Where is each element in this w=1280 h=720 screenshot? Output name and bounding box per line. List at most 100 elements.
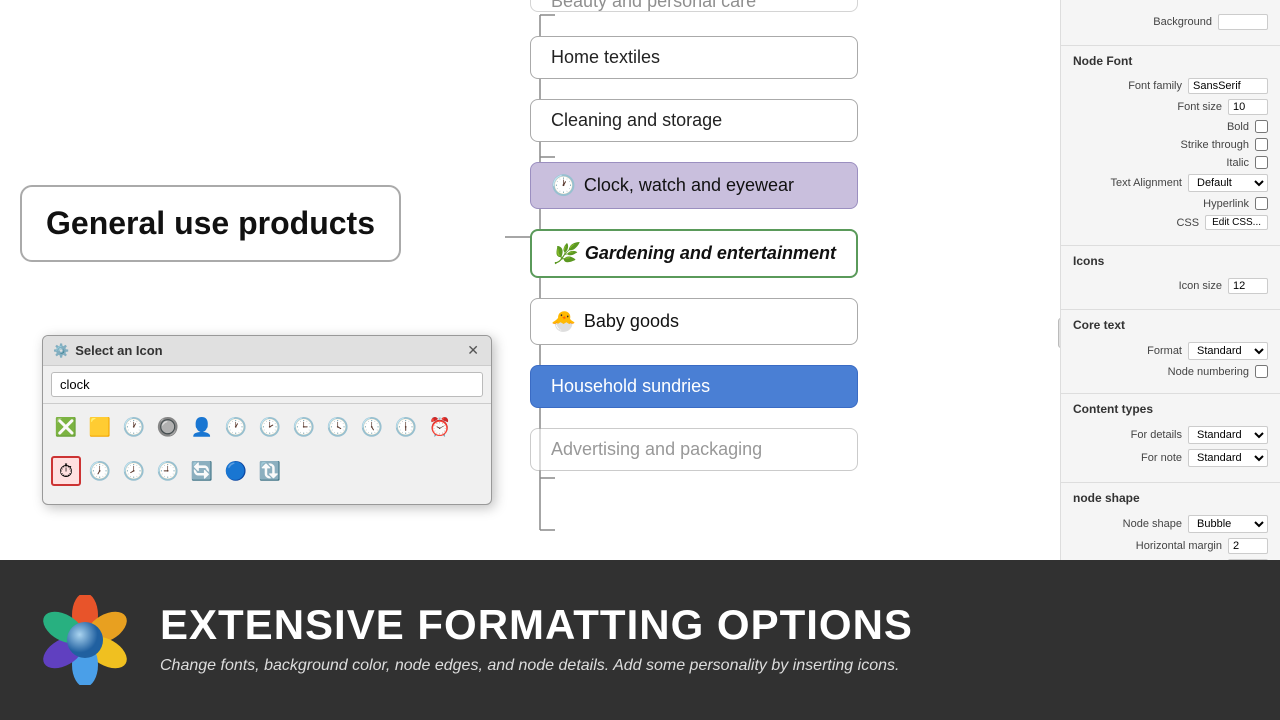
css-row: CSS Edit CSS... (1073, 215, 1268, 230)
core-text-section: Format Standard Node numbering (1061, 336, 1280, 389)
css-label: CSS (1073, 217, 1199, 229)
background-input[interactable] (1218, 14, 1268, 30)
node-shape-select[interactable]: Bubble (1188, 515, 1268, 533)
node-shape-header: node shape (1061, 482, 1280, 509)
bold-checkbox[interactable] (1255, 120, 1268, 133)
dialog-icon: ⚙️ (53, 343, 69, 359)
node-numbering-row: Node numbering (1073, 365, 1268, 378)
gardening-label: Gardening and entertainment (585, 243, 836, 264)
dialog-icons-grid: ❎ 🟨 🕐 🔘 👤 🕐 🕑 🕒 🕓 🕔 🕕 ⏰ ⏱ 🕖 🕗 🕘 🔄 🔵 🔃 (43, 404, 491, 504)
beauty-node[interactable]: Beauty and personal care (530, 0, 858, 12)
background-row: Background (1073, 14, 1268, 30)
for-note-select[interactable]: Standard (1188, 449, 1268, 467)
panel-expand-button[interactable]: ◀ (1058, 318, 1060, 348)
font-family-label: Font family (1073, 80, 1182, 92)
icons-header: Icons (1061, 245, 1280, 272)
icons-section: Icon size (1061, 272, 1280, 305)
format-select[interactable]: Standard (1188, 342, 1268, 360)
format-label: Format (1073, 345, 1182, 357)
icon-cell-3[interactable]: 🔘 (153, 412, 183, 442)
bold-label: Bold (1073, 121, 1249, 133)
right-panel: Background Node Font Font family Font si… (1060, 0, 1280, 560)
root-node[interactable]: General use products (20, 185, 401, 262)
icon-cell-2[interactable]: 🕐 (119, 412, 149, 442)
icon-cell-7[interactable]: 🕒 (289, 412, 319, 442)
icon-size-input[interactable] (1228, 278, 1268, 294)
hyperlink-checkbox[interactable] (1255, 197, 1268, 210)
icon-cell-9[interactable]: 🕔 (357, 412, 387, 442)
background-section: Background (1061, 8, 1280, 41)
node-numbering-checkbox[interactable] (1255, 365, 1268, 378)
edit-css-button[interactable]: Edit CSS... (1205, 215, 1268, 230)
node-numbering-label: Node numbering (1073, 366, 1249, 378)
text-alignment-row: Text Alignment Default (1073, 174, 1268, 192)
logo-svg (40, 595, 130, 685)
home-textiles-node[interactable]: Home textiles (530, 36, 858, 79)
font-family-input[interactable] (1188, 78, 1268, 94)
icon-cell-14[interactable]: 🕗 (119, 456, 149, 486)
font-size-input[interactable] (1228, 99, 1268, 115)
icon-search-input[interactable] (51, 372, 483, 397)
strikethrough-checkbox[interactable] (1255, 138, 1268, 151)
dialog-close-button[interactable]: ✕ (465, 342, 481, 359)
horizontal-margin-input[interactable] (1228, 538, 1268, 554)
icon-cell-5[interactable]: 🕐 (221, 412, 251, 442)
clock-node[interactable]: 🕐 Clock, watch and eyewear (530, 162, 858, 209)
background-label: Background (1073, 16, 1212, 28)
cleaning-node[interactable]: Cleaning and storage (530, 99, 858, 142)
content-types-section: For details Standard For note Standard (1061, 420, 1280, 478)
app-logo (40, 595, 130, 685)
gardening-node[interactable]: 🌿 Gardening and entertainment (530, 229, 858, 278)
icon-cell-10[interactable]: 🕕 (391, 412, 421, 442)
content-types-header: Content types (1061, 393, 1280, 420)
icon-cell-15[interactable]: 🕘 (153, 456, 183, 486)
icon-cell-17[interactable]: 🔵 (221, 456, 251, 486)
icon-cell-6[interactable]: 🕑 (255, 412, 285, 442)
bottom-banner: EXTENSIVE FORMATTING OPTIONS Change font… (0, 560, 1280, 720)
advertising-node[interactable]: Advertising and packaging (530, 428, 858, 471)
icon-cell-11[interactable]: ⏰ (425, 412, 455, 442)
italic-checkbox[interactable] (1255, 156, 1268, 169)
cleaning-label: Cleaning and storage (551, 110, 722, 131)
font-family-row: Font family (1073, 78, 1268, 94)
italic-label: Italic (1073, 157, 1249, 169)
baby-node[interactable]: 🐣 Baby goods (530, 298, 858, 345)
icon-cell-16[interactable]: 🔄 (187, 456, 217, 486)
banner-title: EXTENSIVE FORMATTING OPTIONS (160, 602, 1240, 648)
dialog-title-left: ⚙️ Select an Icon (53, 343, 163, 359)
node-font-section: Font family Font size Bold Strike throug… (1061, 72, 1280, 241)
beauty-node-label: Beauty and personal care (551, 0, 756, 12)
root-node-label: General use products (46, 205, 375, 241)
gardening-icon: 🌿 (552, 241, 577, 266)
dialog-search-area (43, 366, 491, 404)
baby-icon: 🐣 (551, 309, 576, 334)
strikethrough-label: Strike through (1073, 139, 1249, 151)
home-textiles-label: Home textiles (551, 47, 660, 68)
italic-row: Italic (1073, 156, 1268, 169)
nodes-container: Beauty and personal care Home textiles C… (530, 0, 858, 471)
icon-cell-18[interactable]: 🔃 (255, 456, 285, 486)
icon-cell-13[interactable]: 🕖 (85, 456, 115, 486)
icon-size-label: Icon size (1073, 280, 1222, 292)
dialog-titlebar: ⚙️ Select an Icon ✕ (43, 336, 491, 366)
text-alignment-label: Text Alignment (1073, 177, 1182, 189)
household-node[interactable]: Household sundries (530, 365, 858, 408)
household-label: Household sundries (551, 376, 710, 397)
advertising-label: Advertising and packaging (551, 439, 762, 460)
icon-cell-8[interactable]: 🕓 (323, 412, 353, 442)
icon-cell-1[interactable]: 🟨 (85, 412, 115, 442)
icon-size-row: Icon size (1073, 278, 1268, 294)
baby-label: Baby goods (584, 311, 679, 332)
text-alignment-select[interactable]: Default (1188, 174, 1268, 192)
font-size-row: Font size (1073, 99, 1268, 115)
for-details-label: For details (1073, 429, 1182, 441)
banner-subtitle: Change fonts, background color, node edg… (160, 654, 1240, 678)
canvas-area: General use products Beauty and personal… (0, 0, 1060, 560)
icon-cell-12[interactable]: ⏱ (51, 456, 81, 486)
for-details-row: For details Standard (1073, 426, 1268, 444)
for-details-select[interactable]: Standard (1188, 426, 1268, 444)
icon-cell-4[interactable]: 👤 (187, 412, 217, 442)
icon-cell-0[interactable]: ❎ (51, 412, 81, 442)
core-text-header: Core text (1061, 309, 1280, 336)
node-shape-label: Node shape (1073, 518, 1182, 530)
